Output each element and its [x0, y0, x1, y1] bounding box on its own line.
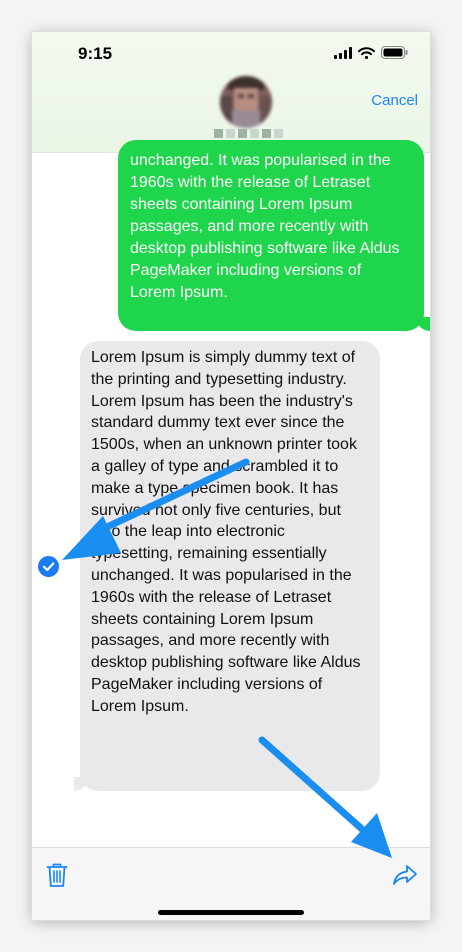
- home-indicator: [158, 910, 304, 915]
- bubble-tail: [416, 317, 430, 331]
- cellular-signal-icon: [334, 46, 352, 59]
- battery-icon: [381, 46, 408, 59]
- status-icons: [334, 46, 408, 59]
- trash-icon[interactable]: [46, 862, 68, 893]
- wifi-icon: [358, 46, 375, 59]
- contact-name-pixelated[interactable]: [210, 128, 286, 138]
- phone-screen: 9:15 Cancel unchanged. It was popularise…: [32, 32, 430, 920]
- selection-checkmark-icon[interactable]: [38, 556, 59, 577]
- contact-avatar[interactable]: [220, 76, 272, 128]
- cancel-button[interactable]: Cancel: [371, 92, 418, 109]
- status-time: 9:15: [78, 44, 113, 63]
- received-message-bubble[interactable]: Lorem Ipsum is simply dummy text of the …: [74, 341, 380, 791]
- conversation-header: 9:15 Cancel: [32, 32, 430, 153]
- forward-share-icon[interactable]: [392, 864, 418, 891]
- sent-message-text: unchanged. It was popularised in the 196…: [130, 152, 400, 301]
- sent-message-bubble[interactable]: unchanged. It was popularised in the 196…: [118, 140, 430, 331]
- received-message-text: Lorem Ipsum is simply dummy text of the …: [91, 349, 361, 715]
- bubble-tail: [74, 777, 88, 791]
